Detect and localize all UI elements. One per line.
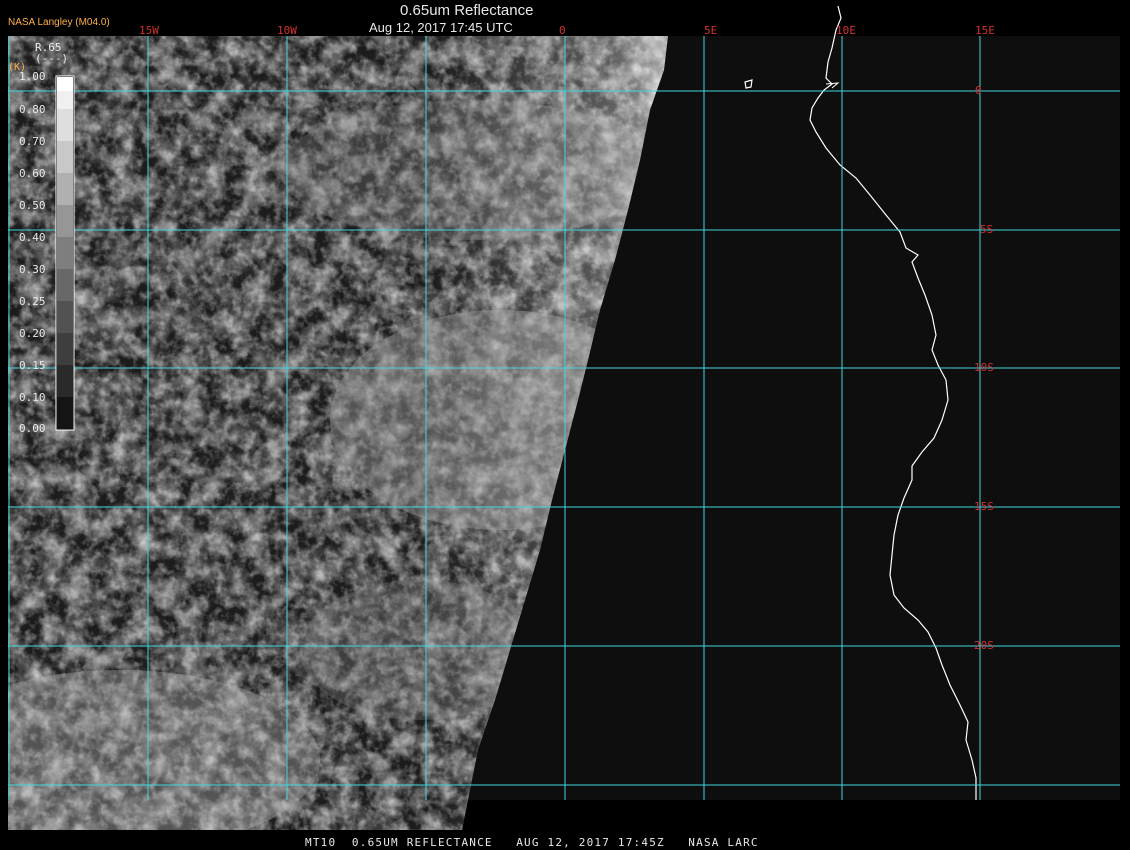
lon-label-0: 0: [559, 24, 566, 37]
colorbar-tick: 0.40: [19, 231, 46, 244]
colorbar-tick: 0.25: [19, 295, 46, 308]
colorbar-tick: 0.60: [19, 167, 46, 180]
lat-label-5s: 5S: [980, 223, 994, 236]
colorbar-tick: 0.70: [19, 135, 46, 148]
colorbar-tick: 0.50: [19, 199, 46, 212]
lat-label-0: 0: [975, 84, 982, 97]
footer-caption: MT10 0.65UM REFLECTANCE AUG 12, 2017 17:…: [305, 836, 759, 849]
colorbar-tick: 0.00: [19, 422, 46, 435]
colorbar-tick: 0.80: [19, 103, 46, 116]
lat-label-10s: 10S: [974, 361, 994, 374]
lon-label-10e: 10E: [836, 24, 856, 37]
colorbar-tick: 0.20: [19, 327, 46, 340]
colorbar-tick: 0.15: [19, 359, 46, 372]
colorbar-title-units: (---): [35, 52, 69, 65]
lon-label-15w: 15W: [139, 24, 159, 37]
colorbar-title: R.65 (---): [35, 42, 68, 64]
lat-label-15s: 15S: [974, 500, 994, 513]
lon-label-15e: 15E: [975, 24, 995, 37]
credit-label: NASA Langley (M04.0): [8, 17, 110, 28]
lon-label-5e: 5E: [704, 24, 718, 37]
image-title: 0.65um Reflectance: [400, 2, 534, 19]
colorbar-tick: 0.10: [19, 391, 46, 404]
lon-label-10w: 10W: [277, 24, 297, 37]
satellite-map: [8, 5, 1120, 830]
colorbar-tick: 1.00: [19, 70, 46, 83]
colorbar: [55, 75, 75, 431]
colorbar-tick: 0.30: [19, 263, 46, 276]
lat-label-20s: 20S: [974, 639, 994, 652]
image-datetime: Aug 12, 2017 17:45 UTC: [369, 20, 513, 35]
